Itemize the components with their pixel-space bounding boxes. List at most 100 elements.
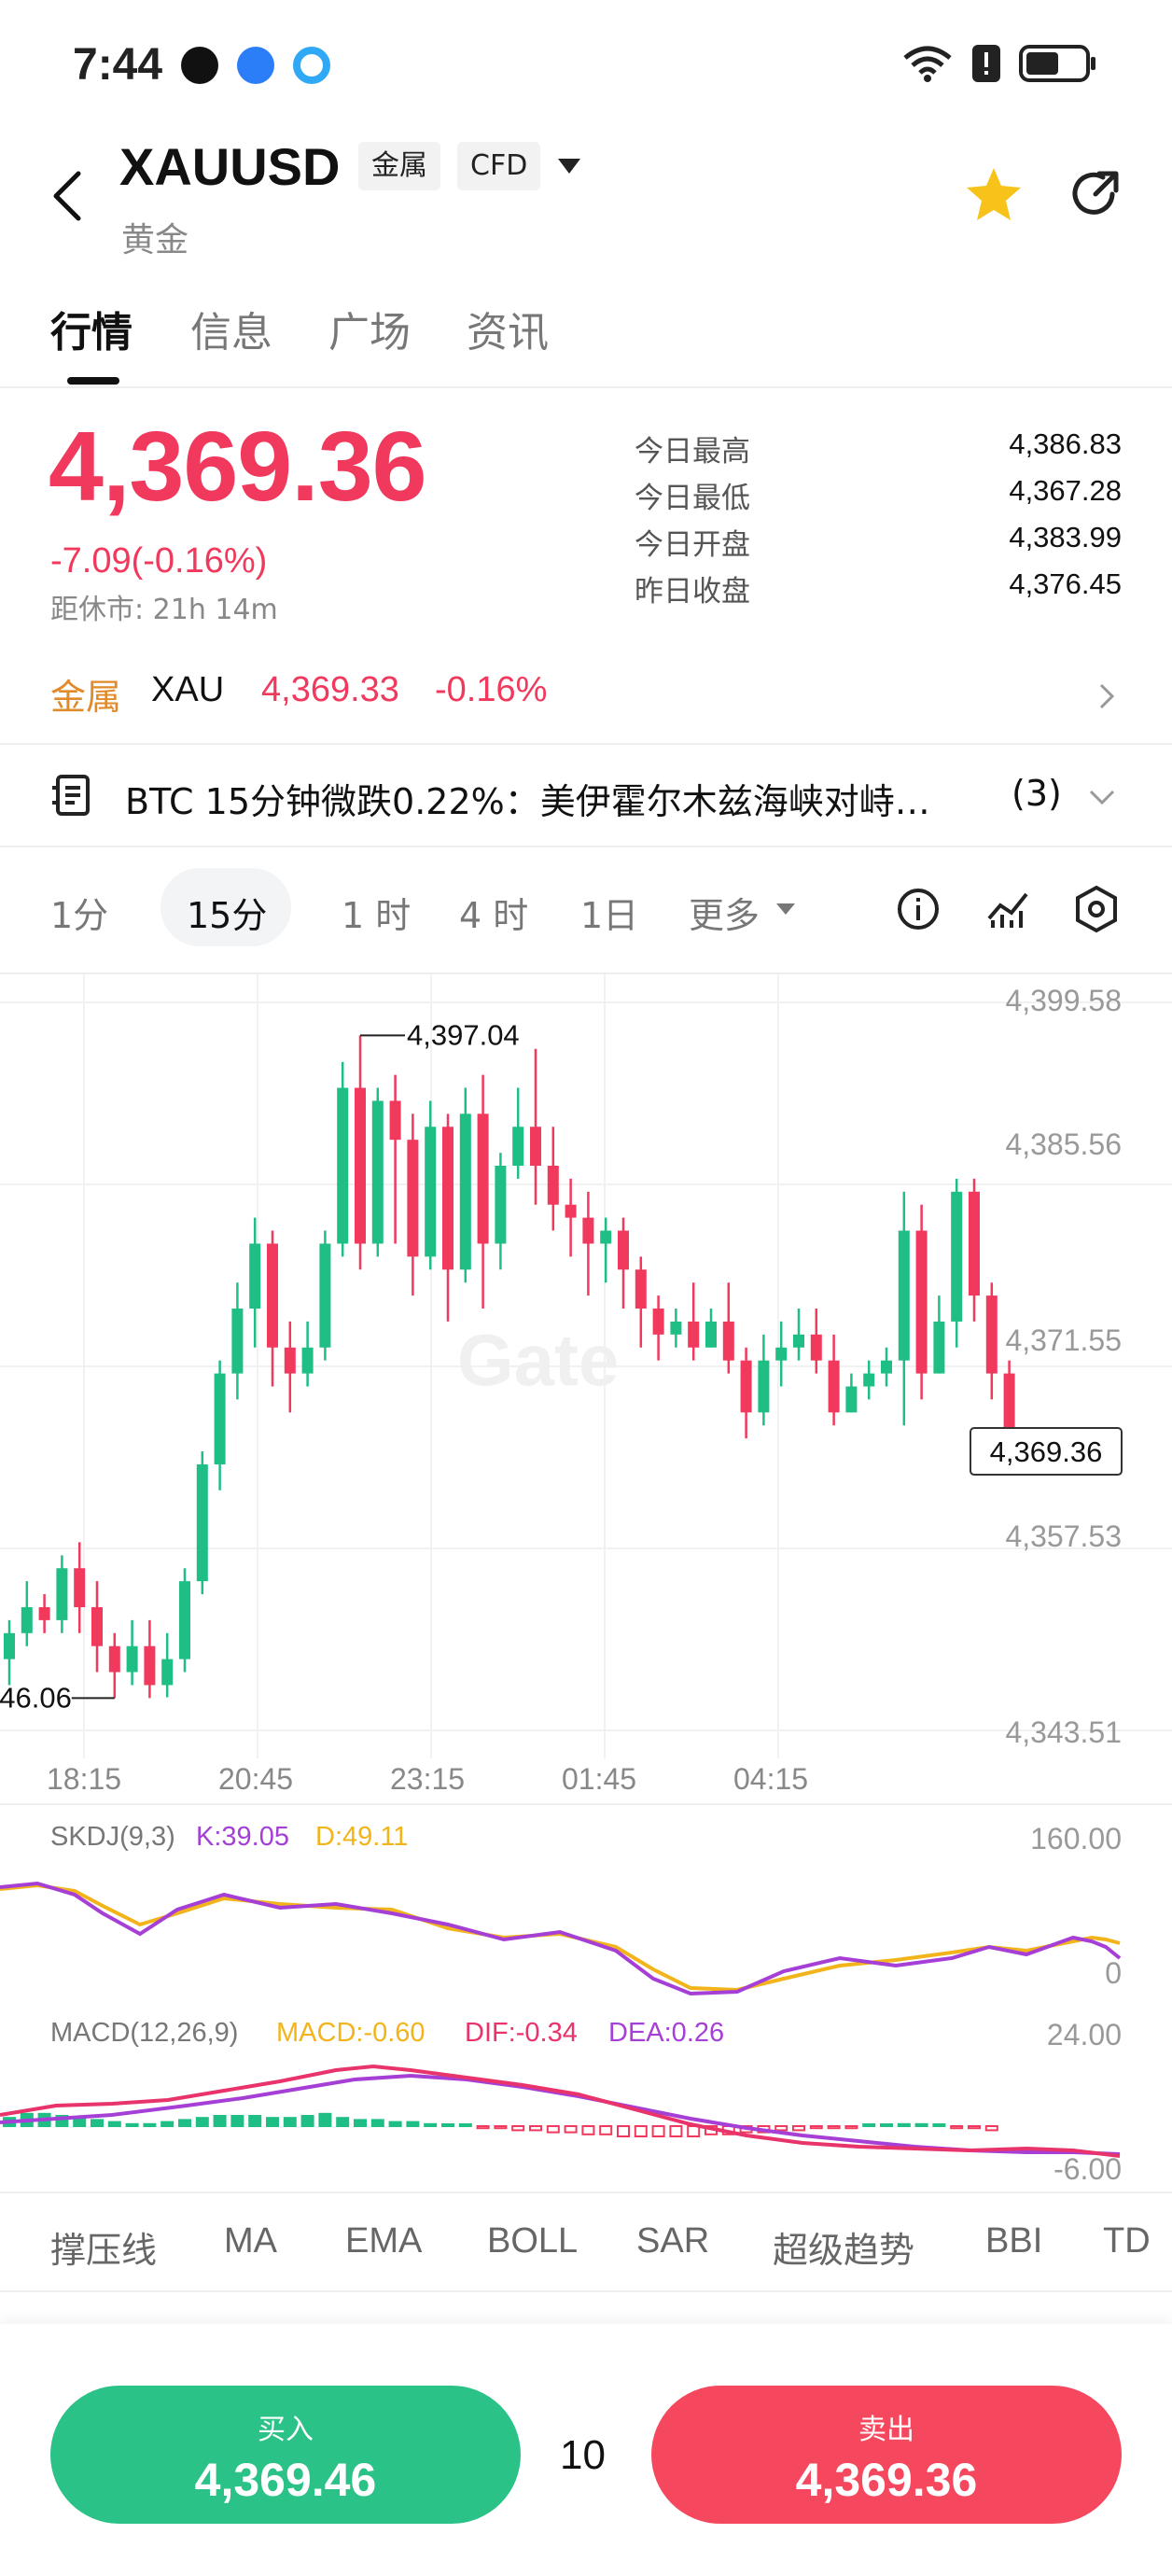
interval-15m[interactable]: 15分 [187,887,267,938]
interval-1d[interactable]: 1日 [580,887,638,938]
candle-body [74,1568,86,1607]
low-marker-label: 4,346.06 [0,1681,72,1714]
skdj-d-line [0,1883,1121,1993]
indicator-boll[interactable]: BOLL [487,2221,578,2261]
candle-body [951,1191,963,1322]
macd-histogram-bar [844,2125,858,2130]
candle-body [337,1087,349,1244]
y-tick-label: 4,371.55 [1005,1323,1122,1357]
wifi-icon [903,46,952,82]
candle-body [214,1373,226,1464]
macd-histogram-bar [213,2115,227,2127]
candle-body [635,1269,647,1309]
candle-body [758,1360,770,1413]
candle-body [425,1127,437,1257]
macd-dea: DEA:0.26 [608,2018,725,2048]
candle-body [459,1113,471,1270]
related-metal-row[interactable]: 金属 XAU 4,369.33 -0.16% [0,648,1172,741]
indicator-ema[interactable]: EMA [345,2221,422,2261]
buy-button[interactable]: 买入 4,369.46 [50,2386,521,2524]
candle-body [933,1321,945,1374]
news-headline[interactable]: BTC 15分钟微跌0.22%：美伊霍尔木兹海峡对峙… [125,773,965,824]
chevron-down-icon[interactable] [1088,788,1116,806]
indicator-td[interactable]: TD [1103,2221,1151,2261]
notification-icons [181,47,330,84]
sell-label: 卖出 [858,2414,914,2446]
x-tick-label: 20:45 [218,1762,294,1796]
cfd-tag[interactable]: CFD [457,142,541,190]
tab-info[interactable]: 信息 [190,299,272,358]
candle-body [652,1309,664,1335]
settings-icon[interactable] [1073,885,1120,933]
macd-histogram-bar [143,2122,157,2128]
candle-body [389,1100,401,1141]
candle-body [161,1659,174,1686]
interval-1h[interactable]: 1 时 [342,887,411,938]
macd-histogram-bar [862,2123,876,2127]
order-quantity[interactable]: 10 [560,2432,606,2479]
candle-body [985,1295,998,1374]
chevron-right-icon [1099,683,1115,709]
tab-active-indicator [67,377,119,385]
indicator-ma[interactable]: MA [224,2221,277,2261]
info-icon[interactable] [896,887,941,931]
more-dropdown-icon[interactable] [774,902,797,917]
candle-body [126,1645,138,1673]
macd-histogram-bar [950,2125,964,2130]
macd-dif: DIF:-0.34 [465,2018,578,2048]
candle-body [231,1309,244,1374]
interval-4h[interactable]: 4 时 [459,887,528,938]
interval-1m[interactable]: 1分 [50,887,108,938]
indicator-bbi[interactable]: BBI [985,2221,1042,2261]
candle-body [969,1191,980,1296]
candle-body [881,1360,892,1374]
high-marker-label: 4,397.04 [407,1018,520,1051]
candle-body [845,1386,858,1413]
candle-body [547,1166,559,1205]
macd-histogram-bar [511,2125,525,2132]
macd-histogram-bar [388,2121,402,2127]
favorite-star-icon[interactable] [965,166,1023,222]
macd-chart [0,2064,1121,2158]
candle-body [407,1140,419,1257]
macd-histogram-bar [564,2125,578,2134]
tab-square[interactable]: 广场 [328,299,411,358]
skdj-d: D:49.11 [315,1822,409,1852]
indicator-support-resistance[interactable]: 撑压线 [50,2221,157,2273]
skdj-name: SKDJ(9,3) [50,1822,175,1852]
indicator-supertrend[interactable]: 超级趋势 [773,2221,914,2273]
macd-histogram-bar [651,2125,665,2137]
app-notification-icon [237,47,274,84]
back-icon[interactable] [49,168,86,224]
indicator-chart-icon[interactable] [985,887,1030,931]
stat-value-open: 4,383.99 [1009,521,1122,553]
share-icon[interactable] [1067,166,1123,222]
candlestick-chart[interactable]: Gate 4,397.04 4,346.06 4,369.36 [0,974,1172,1758]
macd-histogram-bar [687,2125,701,2137]
interval-more[interactable]: 更多 [689,887,760,938]
candle-body [267,1243,278,1348]
candle-body [810,1334,822,1361]
last-price: 4,369.36 [49,412,427,522]
tab-news[interactable]: 资讯 [467,299,549,358]
stat-label-open: 今日开盘 [635,528,750,562]
macd-histogram-bar [266,2117,279,2127]
x-tick-label: 23:15 [390,1762,466,1796]
stat-value-low: 4,367.28 [1009,474,1122,507]
sell-button[interactable]: 卖出 4,369.36 [651,2386,1122,2524]
candle-body [108,1645,120,1673]
metal-row-pct: -0.16% [435,670,548,709]
candle-body [91,1606,103,1646]
tab-market[interactable]: 行情 [50,299,133,358]
macd-histogram-bar [336,2117,350,2127]
macd-histogram-bar [546,2125,560,2134]
candle-body [355,1087,366,1244]
divider [0,1803,1172,1805]
candle-body [179,1581,190,1659]
dropdown-icon[interactable] [556,157,582,175]
symbol-title: XAUUSD [119,137,341,196]
candle-body [144,1645,156,1686]
candle-body [618,1230,629,1270]
indicator-sar[interactable]: SAR [636,2221,709,2261]
metal-row-label: 金属 [50,677,122,718]
